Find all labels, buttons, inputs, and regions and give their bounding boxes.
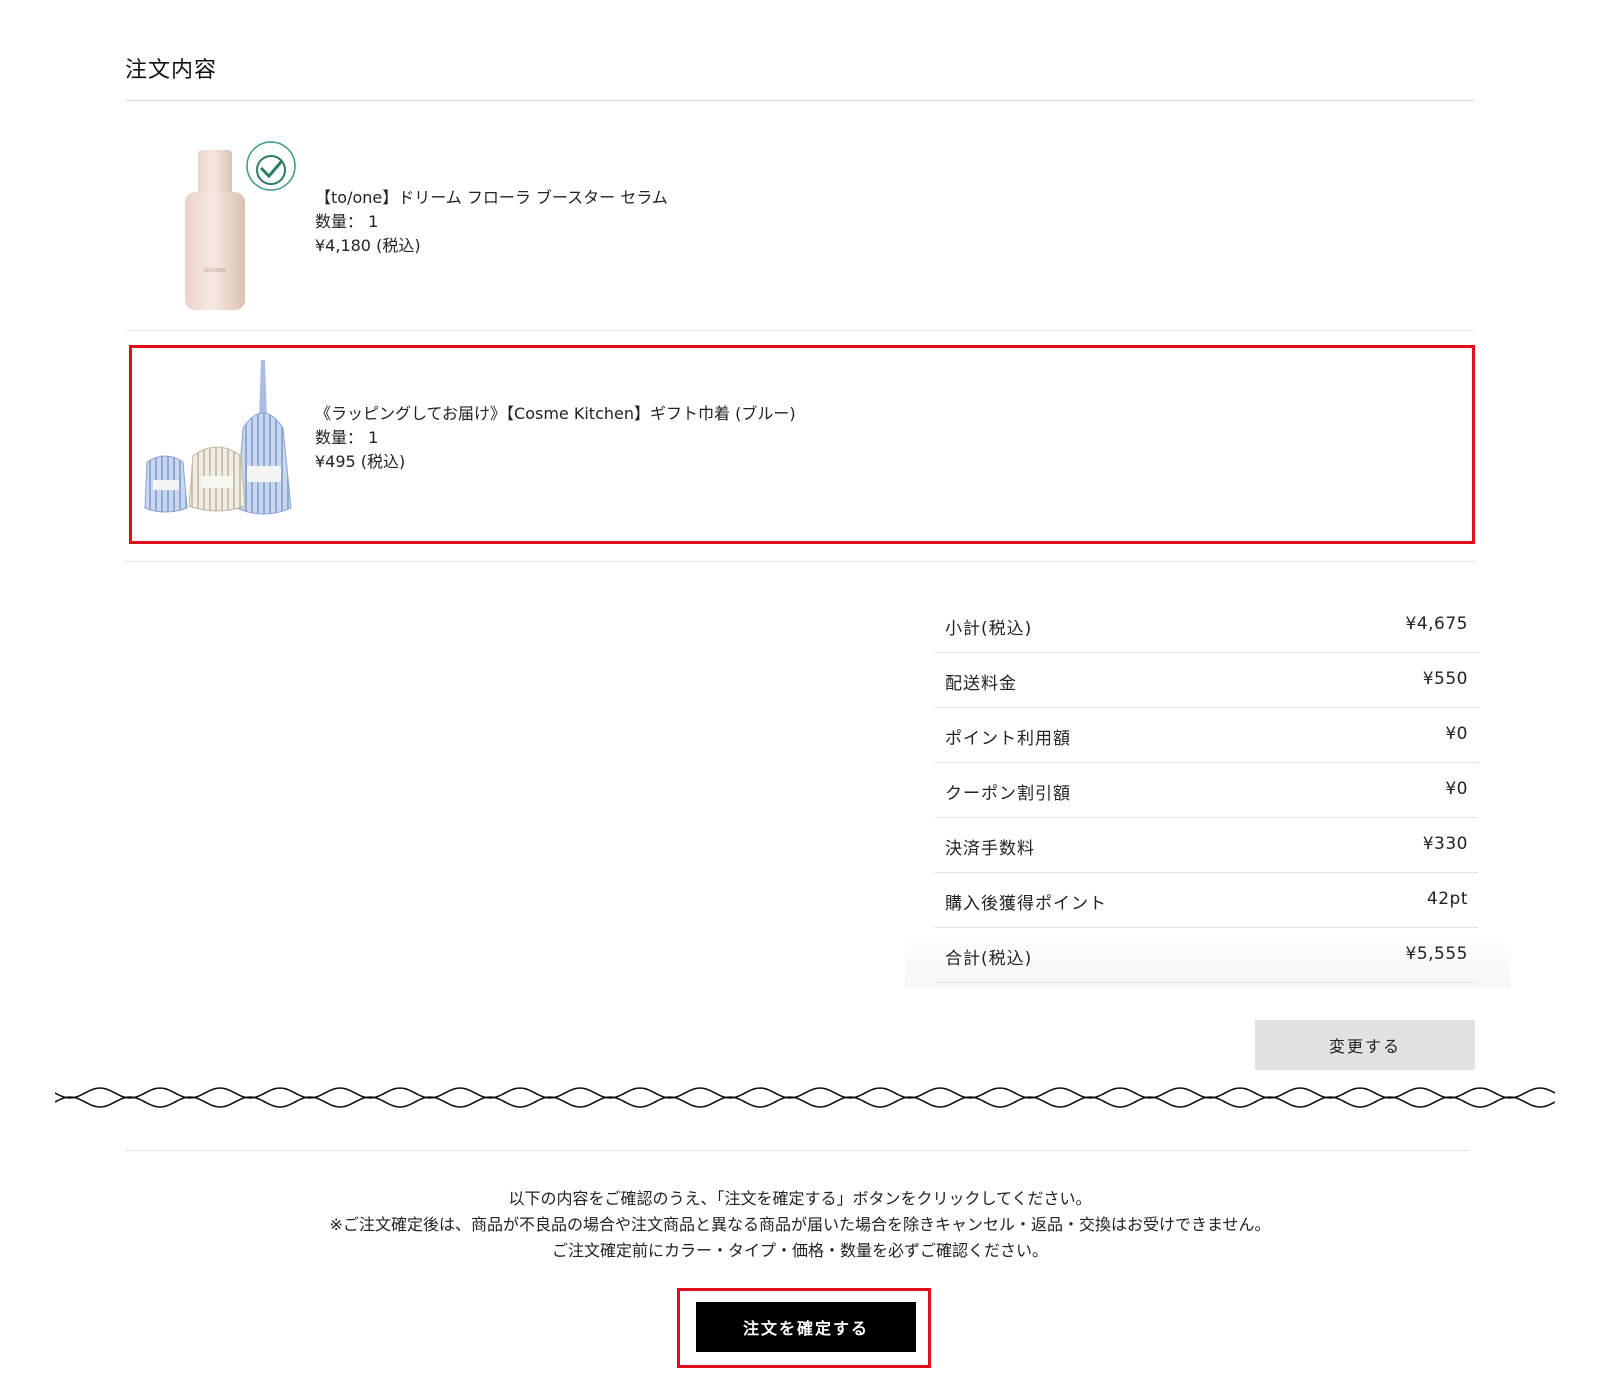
divider [125, 561, 1475, 562]
summary-row-earned-points: 購入後獲得ポイント 42pt [935, 873, 1478, 928]
summary-value: ¥330 [1422, 834, 1468, 854]
wave-divider [55, 1087, 1555, 1108]
summary-label: 合計(税込) [945, 949, 1033, 969]
change-button[interactable]: 変更する [1255, 1020, 1475, 1070]
divider [125, 1150, 1470, 1151]
summary-label: 小計(税込) [945, 619, 1033, 639]
summary-label: クーポン割引額 [945, 784, 1071, 804]
highlight-box [129, 345, 1475, 544]
note-line: ご注文確定前にカラー・タイプ・価格・数量を必ずご確認ください。 [551, 1241, 1048, 1260]
order-section-title: 注文内容 [125, 58, 218, 83]
summary-row-total: 合計(税込) ¥5,555 [935, 928, 1478, 983]
summary-label: 配送料金 [945, 674, 1017, 694]
confirmation-notes: 以下の内容をご確認のうえ、「注文を確定する」ボタンをクリックしてください。 ※ご… [125, 1186, 1475, 1264]
item-name: 【to/one】ドリーム フローラ ブースター セラム [315, 188, 668, 207]
divider [125, 330, 1475, 331]
summary-row-payment-fee: 決済手数料 ¥330 [935, 818, 1478, 873]
svg-text:to/one: to/one [204, 266, 226, 274]
summary-value: ¥4,675 [1405, 614, 1468, 634]
summary-value: ¥550 [1422, 669, 1468, 689]
summary-value: ¥0 [1445, 779, 1468, 799]
summary-row-points-used: ポイント利用額 ¥0 [935, 708, 1478, 763]
summary-row-subtotal: 小計(税込) ¥4,675 [935, 598, 1478, 653]
summary-value: ¥0 [1445, 724, 1468, 744]
summary-value: ¥5,555 [1405, 944, 1468, 964]
note-line: 以下の内容をご確認のうえ、「注文を確定する」ボタンをクリックしてください。 [508, 1189, 1092, 1208]
order-item: to/one 【to/one】ドリーム フローラ ブースター セラム 数量： 1… [125, 130, 1475, 330]
summary-label: 購入後獲得ポイント [945, 894, 1107, 914]
summary-label: ポイント利用額 [945, 729, 1071, 749]
item-price: ¥4,180 (税込) [315, 236, 421, 255]
summary-value: 42pt [1426, 889, 1468, 909]
confirm-order-button[interactable]: 注文を確定する [696, 1302, 916, 1352]
summary-row-coupon: クーポン割引額 ¥0 [935, 763, 1478, 818]
order-summary: 小計(税込) ¥4,675 配送料金 ¥550 ポイント利用額 ¥0 クーポン割… [905, 598, 1510, 988]
note-line: ※ご注文確定後は、商品が不良品の場合や注文商品と異なる商品が届いた場合を除きキャ… [329, 1215, 1271, 1234]
summary-row-shipping: 配送料金 ¥550 [935, 653, 1478, 708]
order-item-info: 【to/one】ドリーム フローラ ブースター セラム 数量： 1 ¥4,180… [315, 186, 668, 258]
divider [125, 100, 1475, 101]
summary-label: 決済手数料 [945, 839, 1035, 859]
item-quantity: 数量： 1 [315, 212, 379, 231]
